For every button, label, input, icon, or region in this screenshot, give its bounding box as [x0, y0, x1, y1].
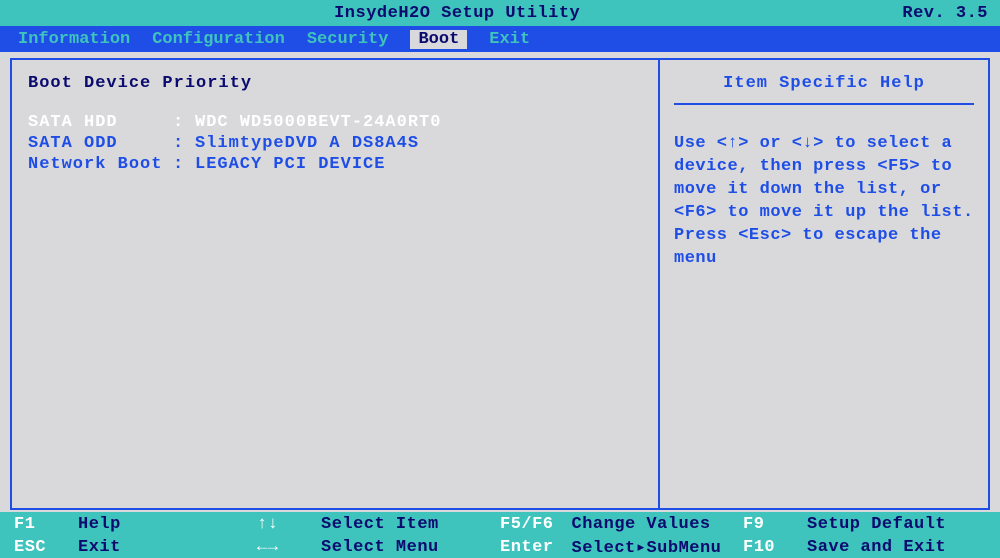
help-title: Item Specific Help	[674, 74, 974, 103]
desc-help: Help	[78, 515, 121, 534]
boot-value: SlimtypeDVD A DS8A4S	[195, 134, 419, 153]
menu-bar: Information Configuration Security Boot …	[0, 26, 1000, 52]
boot-value: LEGACY PCI DEVICE	[195, 155, 385, 174]
help-divider	[674, 103, 974, 105]
boot-row-network[interactable]: Network Boot : LEGACY PCI DEVICE	[28, 155, 642, 174]
desc-submenu: Select▸SubMenu	[572, 537, 722, 558]
panels: Boot Device Priority SATA HDD : WDC WD50…	[10, 58, 990, 510]
boot-priority-title: Boot Device Priority	[28, 74, 642, 93]
footer-arrows-h: ←→ Select Menu	[257, 537, 500, 558]
footer-f5f6: F5/F6 Change Values	[500, 514, 743, 535]
footer-arrows-v: ↑↓ Select Item	[257, 514, 500, 535]
revision: Rev. 3.5	[902, 4, 988, 23]
boot-value: WDC WD5000BEVT-24A0RT0	[195, 113, 441, 132]
footer-esc: ESC Exit	[14, 537, 257, 558]
boot-label: SATA ODD	[28, 134, 173, 153]
desc-setup-default: Setup Default	[807, 515, 946, 534]
desc-save-exit: Save and Exit	[807, 538, 946, 557]
separator: :	[173, 113, 195, 132]
desc-select-item: Select Item	[321, 515, 439, 534]
footer-f1: F1 Help	[14, 514, 257, 535]
boot-row-sata-hdd[interactable]: SATA HDD : WDC WD5000BEVT-24A0RT0	[28, 113, 642, 132]
boot-label: Network Boot	[28, 155, 173, 174]
boot-row-sata-odd[interactable]: SATA ODD : SlimtypeDVD A DS8A4S	[28, 134, 642, 153]
desc-select-menu: Select Menu	[321, 538, 439, 557]
menu-exit[interactable]: Exit	[489, 30, 530, 49]
help-panel: Item Specific Help Use <↑> or <↓> to sel…	[660, 60, 988, 508]
separator: :	[173, 134, 195, 153]
app-title: InsydeH2O Setup Utility	[12, 4, 902, 23]
footer-bar: F1 Help ↑↓ Select Item F5/F6 Change Valu…	[0, 512, 1000, 558]
key-enter[interactable]: Enter	[500, 538, 554, 557]
boot-priority-panel: Boot Device Priority SATA HDD : WDC WD50…	[12, 60, 660, 508]
body: Boot Device Priority SATA HDD : WDC WD50…	[0, 52, 1000, 512]
key-f1[interactable]: F1	[14, 515, 60, 534]
footer-f9: F9 Setup Default	[743, 514, 986, 535]
boot-label: SATA HDD	[28, 113, 173, 132]
menu-information[interactable]: Information	[18, 30, 130, 49]
help-text: Use <↑> or <↓> to select a device, then …	[674, 133, 974, 271]
menu-configuration[interactable]: Configuration	[152, 30, 285, 49]
key-f9[interactable]: F9	[743, 515, 789, 534]
menu-boot[interactable]: Boot	[410, 30, 467, 49]
menu-security[interactable]: Security	[307, 30, 389, 49]
desc-change-values: Change Values	[572, 515, 711, 534]
key-f5f6[interactable]: F5/F6	[500, 515, 554, 534]
separator: :	[173, 155, 195, 174]
key-esc[interactable]: ESC	[14, 538, 60, 557]
desc-exit: Exit	[78, 538, 121, 557]
footer-enter: Enter Select▸SubMenu	[500, 537, 743, 558]
key-arrows-horizontal[interactable]: ←→	[257, 538, 303, 557]
key-f10[interactable]: F10	[743, 538, 789, 557]
title-bar: InsydeH2O Setup Utility Rev. 3.5	[0, 0, 1000, 26]
footer-f10: F10 Save and Exit	[743, 537, 986, 558]
key-arrows-vertical[interactable]: ↑↓	[257, 515, 303, 534]
